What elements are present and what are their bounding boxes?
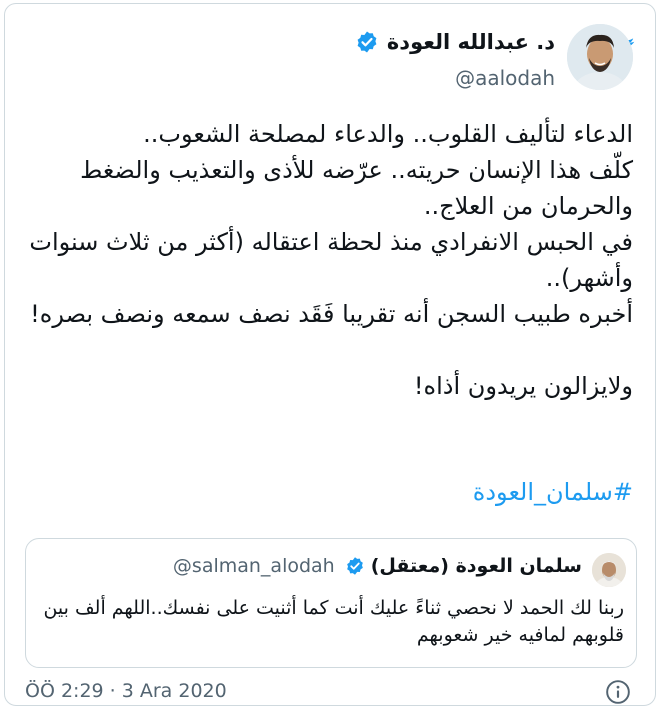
verified-badge-icon: [346, 557, 363, 575]
quoted-author-row: سلمان العودة (معتقل) @salman_alodah: [173, 555, 582, 577]
info-icon[interactable]: [605, 679, 631, 705]
author-name[interactable]: د. عبدالله العودة: [387, 30, 555, 54]
quoted-tweet-body: ربنا لك الحمد لا نحصي ثناءً عليك أنت كما…: [43, 597, 624, 646]
hashtag-link[interactable]: #سلمان_العودة: [473, 478, 633, 506]
verified-badge-icon: [357, 31, 377, 53]
tweet-card: د. عبدالله العودة @aalodah الدعاء لتأليف…: [4, 3, 656, 706]
quoted-author-name[interactable]: سلمان العودة (معتقل): [371, 555, 582, 577]
author-avatar[interactable]: [567, 24, 633, 90]
quoted-author-handle[interactable]: @salman_alodah: [173, 555, 335, 577]
quoted-tweet[interactable]: سلمان العودة (معتقل) @salman_alodah ربنا…: [25, 538, 637, 668]
tweet-timestamp[interactable]: ÖÖ 2:29 · 3 Ara 2020: [25, 680, 227, 702]
quoted-author-avatar[interactable]: [592, 553, 626, 587]
tweet-body: الدعاء لتأليف القلوب.. والدعاء لمصلحة ال…: [29, 120, 633, 400]
author-name-row: د. عبدالله العودة: [355, 30, 555, 54]
author-handle[interactable]: @aalodah: [455, 66, 555, 90]
